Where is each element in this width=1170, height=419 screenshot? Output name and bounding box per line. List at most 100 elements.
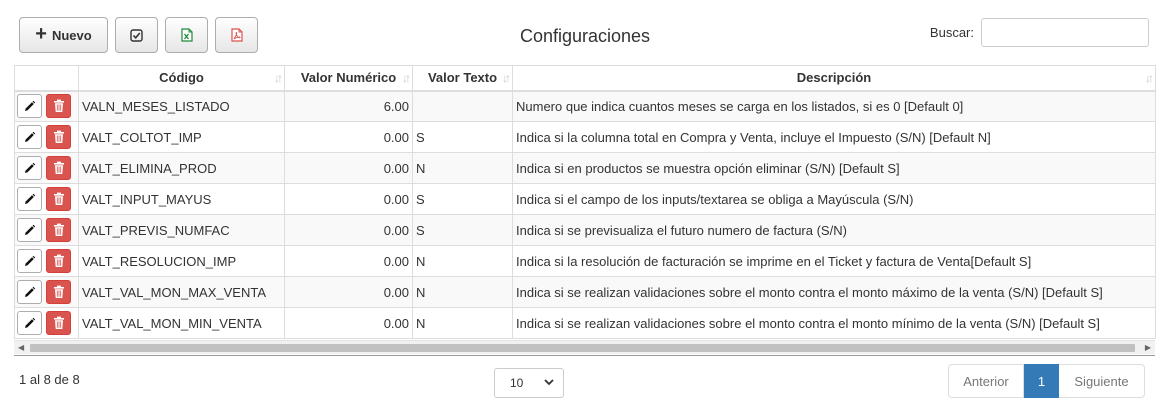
trash-icon [53,130,64,143]
cell-valor-numerico: 0.00 [284,245,413,277]
table-row: VALT_PREVIS_NUMFAC 0.00 S Indica si se p… [14,214,1156,246]
cell-valor-texto [412,90,513,122]
cell-valor-numerico: 0.00 [284,121,413,153]
cell-codigo: VALT_VAL_MON_MAX_VENTA [78,276,285,308]
row-actions [14,90,79,122]
delete-button[interactable] [46,156,71,180]
config-table-wrapper: Código ↓↑ Valor Numérico ↓↑ Valor Texto … [14,65,1156,339]
pencil-icon [25,317,36,328]
delete-button[interactable] [46,218,71,242]
delete-button[interactable] [46,187,71,211]
row-actions [14,276,79,308]
page-size-select[interactable]: 10 [494,368,564,398]
cell-valor-numerico: 0.00 [284,183,413,215]
edit-button[interactable] [17,311,42,335]
scroll-right-icon[interactable]: ▶ [1145,343,1151,352]
table-row: VALT_VAL_MON_MAX_VENTA 0.00 N Indica si … [14,276,1156,308]
cell-valor-texto: S [412,183,513,215]
config-table: Código ↓↑ Valor Numérico ↓↑ Valor Texto … [14,65,1156,339]
trash-icon [53,316,64,329]
header-valor-texto-label: Valor Texto [427,70,498,86]
cell-valor-texto: S [412,214,513,246]
pencil-icon [25,193,36,204]
row-actions [14,183,79,215]
delete-button[interactable] [46,125,71,149]
pencil-icon [25,100,36,111]
sort-icon: ↓↑ [1145,71,1154,85]
cell-codigo: VALT_PREVIS_NUMFAC [78,214,285,246]
header-codigo-label: Código [159,70,204,86]
cell-descripcion: Indica si se previsualiza el futuro nume… [512,214,1156,246]
trash-icon [53,192,64,205]
scrollbar-thumb[interactable] [30,344,1135,352]
edit-button[interactable] [17,249,42,273]
divider [14,355,1155,356]
edit-button[interactable] [17,187,42,211]
row-actions [14,152,79,184]
edit-button[interactable] [17,218,42,242]
sort-icon: ↓↑ [402,71,411,85]
row-actions [14,245,79,277]
cell-valor-texto: S [412,121,513,153]
search-area: Buscar: [930,18,1149,47]
records-info: 1 al 8 de 8 [19,372,80,387]
pencil-icon [25,255,36,266]
cell-descripcion: Indica si la columna total en Compra y V… [512,121,1156,153]
header-valor-numerico[interactable]: Valor Numérico ↓↑ [284,65,413,92]
sort-icon: ↓↑ [274,71,283,85]
prev-page-button[interactable]: Anterior [948,364,1024,398]
header-descripcion-label: Descripción [796,70,872,86]
cell-valor-numerico: 0.00 [284,152,413,184]
delete-button[interactable] [46,311,71,335]
cell-codigo: VALT_VAL_MON_MIN_VENTA [78,307,285,339]
table-row: VALT_VAL_MON_MIN_VENTA 0.00 N Indica si … [14,307,1156,339]
header-descripcion[interactable]: Descripción ↓↑ [512,65,1156,92]
cell-descripcion: Indica si se realizan validaciones sobre… [512,307,1156,339]
cell-valor-texto: N [412,245,513,277]
cell-valor-texto: N [412,307,513,339]
page-size-value: 10 [510,376,524,390]
horizontal-scrollbar[interactable]: ◀ ▶ [14,340,1155,354]
table-header-row: Código ↓↑ Valor Numérico ↓↑ Valor Texto … [14,65,1156,92]
cell-valor-numerico: 0.00 [284,307,413,339]
edit-button[interactable] [17,280,42,304]
edit-button[interactable] [17,94,42,119]
cell-valor-texto: N [412,152,513,184]
delete-button[interactable] [46,280,71,304]
delete-button[interactable] [46,94,71,119]
pagination: Anterior 1 Siguiente [948,364,1145,398]
search-input[interactable] [981,18,1149,47]
chevron-down-icon [544,379,554,386]
row-actions [14,214,79,246]
row-actions [14,121,79,153]
header-valor-numerico-label: Valor Numérico [300,70,397,86]
cell-descripcion: Numero que indica cuantos meses se carga… [512,90,1156,122]
cell-valor-texto: N [412,276,513,308]
page-1-button[interactable]: 1 [1024,364,1059,398]
table-body: VALN_MESES_LISTADO 6.00 Numero que indic… [14,90,1156,339]
cell-descripcion: Indica si el campo de los inputs/textare… [512,183,1156,215]
scroll-left-icon[interactable]: ◀ [18,343,24,352]
cell-codigo: VALT_INPUT_MAYUS [78,183,285,215]
cell-valor-numerico: 0.00 [284,214,413,246]
row-actions [14,307,79,339]
cell-valor-numerico: 0.00 [284,276,413,308]
next-page-button[interactable]: Siguiente [1059,364,1145,398]
table-row: VALT_ELIMINA_PROD 0.00 N Indica si en pr… [14,152,1156,184]
header-codigo[interactable]: Código ↓↑ [78,65,285,92]
cell-valor-numerico: 6.00 [284,90,413,122]
trash-icon [53,254,64,267]
header-valor-texto[interactable]: Valor Texto ↓↑ [412,65,513,92]
edit-button[interactable] [17,125,42,149]
cell-descripcion: Indica si en productos se muestra opción… [512,152,1156,184]
table-row: VALN_MESES_LISTADO 6.00 Numero que indic… [14,90,1156,122]
cell-codigo: VALT_COLTOT_IMP [78,121,285,153]
cell-codigo: VALT_ELIMINA_PROD [78,152,285,184]
edit-button[interactable] [17,156,42,180]
pencil-icon [25,286,36,297]
pencil-icon [25,162,36,173]
cell-codigo: VALT_RESOLUCION_IMP [78,245,285,277]
delete-button[interactable] [46,249,71,273]
cell-descripcion: Indica si la resolución de facturación s… [512,245,1156,277]
cell-codigo: VALN_MESES_LISTADO [78,90,285,122]
